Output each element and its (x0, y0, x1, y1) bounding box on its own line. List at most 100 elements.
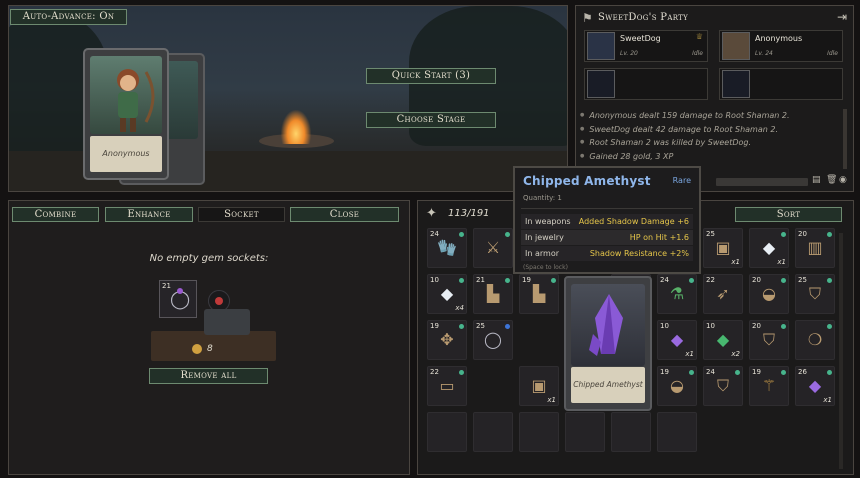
inventory-slot[interactable]: 10 ◆ x1 (657, 320, 697, 360)
choose-stage-button[interactable]: Choose Stage (366, 112, 496, 128)
chest-armor-icon: ⛉ (762, 330, 776, 349)
item-level: 20 (752, 322, 761, 330)
inventory-count: 113/191 (448, 208, 490, 219)
leave-party-icon[interactable]: ⇥ (837, 10, 847, 24)
inventory-slot[interactable]: ◆ x1 (749, 228, 789, 268)
inventory-slot[interactable]: ❍ (795, 320, 835, 360)
necklace-icon: ❍ (807, 330, 823, 349)
hero-card[interactable]: Anonymous (83, 48, 169, 180)
socket-indicator-icon (551, 278, 556, 283)
inventory-slot[interactable]: 21 ▙ (473, 274, 513, 314)
inventory-slot[interactable]: 24 ⛉ (703, 366, 743, 406)
log-entry: Anonymous dealt 159 damage to Root Shama… (580, 109, 842, 123)
emerald-icon: ◆ (716, 330, 730, 349)
item-level: 22 (430, 368, 439, 376)
inventory-slot[interactable]: 19 ⚚ (749, 366, 789, 406)
ruby-icon (215, 297, 223, 305)
empty-inventory-slot[interactable] (565, 412, 605, 452)
close-button[interactable]: Close (290, 207, 399, 222)
item-level: 21 (476, 276, 485, 284)
campfire-icon (281, 110, 311, 144)
inventory-slot[interactable]: 20 ▥ (795, 228, 835, 268)
socket-item-slot[interactable]: 21 ◯ (159, 280, 197, 318)
empty-inventory-slot[interactable] (427, 412, 467, 452)
item-level: 25 (706, 230, 715, 238)
inventory-slot[interactable]: 25⛉ (795, 274, 835, 314)
gem-cutter-machine (204, 309, 250, 335)
item-tooltip: Chipped Amethyst Rare Quantity: 1 In wea… (513, 166, 701, 274)
chat-input[interactable] (716, 178, 808, 186)
tab-socket[interactable]: Socket (198, 207, 285, 222)
inventory-slot[interactable]: ▣ x1 (519, 366, 559, 406)
item-level: 19 (752, 368, 761, 376)
item-level: 24 (660, 276, 669, 284)
auto-advance-toggle[interactable]: Auto-Advance: On (10, 9, 127, 25)
item-level: 24 (706, 368, 715, 376)
effect-value: Added Shadow Damage +6 (578, 217, 689, 226)
amulet-icon: ✥ (440, 330, 454, 349)
staff-icon: ⚚ (761, 376, 777, 395)
log-entry: Gained 28 gold, 3 XP (580, 150, 842, 164)
member-status: Idle (692, 50, 703, 57)
socket-indicator-icon (827, 232, 832, 237)
bracer-icon: ▭ (439, 376, 455, 395)
remove-all-button[interactable]: Remove all (149, 368, 268, 384)
amethyst-crystal-icon (589, 294, 623, 356)
empty-inventory-slot[interactable] (657, 412, 697, 452)
trash-icon[interactable]: 🗑 (826, 175, 837, 185)
inventory-slot[interactable]: ⚔ (473, 228, 513, 268)
anvil-workbench (151, 331, 276, 361)
party-member-slot[interactable]: Anonymous Lv. 24 Idle (719, 30, 843, 62)
item-level: 26 (798, 368, 807, 376)
inventory-slot[interactable]: 10 ◆ x4 (427, 274, 467, 314)
inventory-slot[interactable]: 19 ▙ (519, 274, 559, 314)
socketed-gem-icon (177, 288, 183, 294)
socket-indicator-icon (827, 370, 832, 375)
tab-enhance[interactable]: Enhance (105, 207, 193, 222)
inventory-slot[interactable]: 24 🧤 (427, 228, 467, 268)
inventory-slot[interactable]: 25 ▣ x1 (703, 228, 743, 268)
empty-party-slot[interactable] (584, 68, 708, 100)
inventory-slot[interactable]: 20 ◒ (749, 274, 789, 314)
effect-value: HP on Hit +1.6 (629, 233, 689, 242)
item-level: 20 (752, 276, 761, 284)
item-level: 22 (706, 276, 715, 284)
combat-log: Anonymous dealt 159 damage to Root Shama… (580, 109, 842, 173)
empty-party-slot[interactable] (719, 68, 843, 100)
inventory-slot[interactable]: 19 ◒ (657, 366, 697, 406)
quick-start-button[interactable]: Quick Start (3) (366, 68, 496, 84)
eye-icon[interactable]: ◉ (839, 175, 847, 185)
log-scrollbar[interactable] (843, 109, 847, 169)
item-level: 10 (706, 322, 715, 330)
inventory-slot[interactable]: 10◆x2 (703, 320, 743, 360)
inventory-slot[interactable]: 22 ▭ (427, 366, 467, 406)
hero-portrait-art (90, 56, 162, 134)
inventory-slot[interactable]: 22 ➶ (703, 274, 743, 314)
inventory-slot[interactable]: 26 ◆ x1 (795, 366, 835, 406)
empty-inventory-slot[interactable] (519, 412, 559, 452)
item-level: 20 (798, 230, 807, 238)
effect-slot: In jewelry (525, 233, 564, 242)
item-level: 19 (660, 368, 669, 376)
selected-item-card[interactable]: Chipped Amethyst (564, 276, 652, 411)
inventory-star-icon: ✦ (426, 206, 437, 221)
party-member-slot[interactable]: SweetDog Lv. 20 Idle ♕ (584, 30, 708, 62)
helmet-icon: ◒ (670, 376, 684, 395)
chat-icon[interactable]: ▤ (812, 175, 821, 185)
sort-button[interactable]: Sort (735, 207, 842, 222)
inventory-slot[interactable]: 25 ◯ (473, 320, 513, 360)
party-title: SweetDog's Party (598, 12, 689, 23)
selected-item-art (571, 284, 645, 366)
effect-slot: In weapons (525, 217, 571, 226)
avatar (587, 32, 615, 60)
inventory-scrollbar[interactable] (839, 233, 843, 469)
empty-inventory-slot[interactable] (611, 412, 651, 452)
inventory-slot[interactable]: 20 ⛉ (749, 320, 789, 360)
inventory-slot[interactable]: 19 ✥ (427, 320, 467, 360)
item-quantity: x1 (731, 258, 740, 266)
inventory-slot[interactable]: 24 ⚗ (657, 274, 697, 314)
empty-inventory-slot[interactable] (473, 412, 513, 452)
ring-icon: ◯ (484, 330, 502, 349)
tab-combine[interactable]: Combine (12, 207, 99, 222)
boots-icon: ▙ (486, 284, 500, 303)
